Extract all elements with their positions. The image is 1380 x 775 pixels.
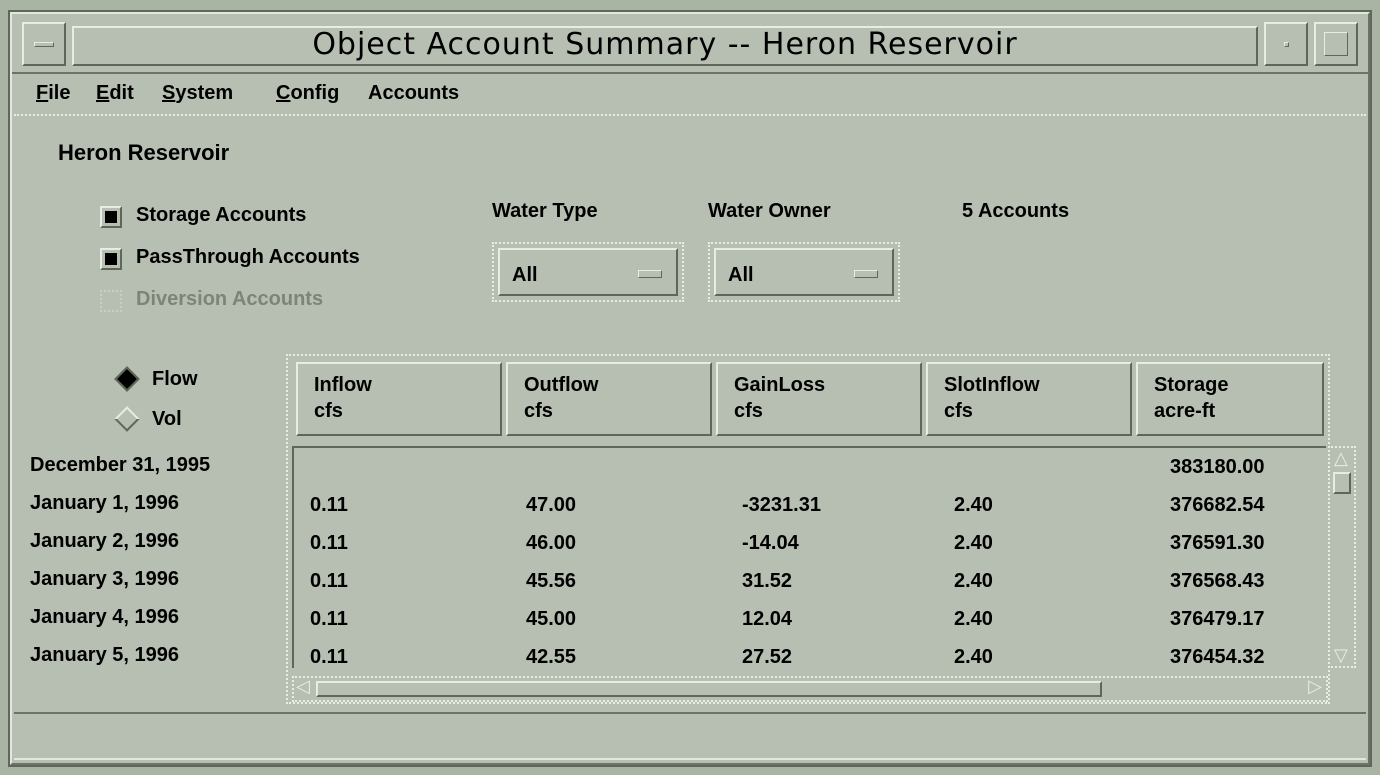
column-name: Storage [1154,374,1229,396]
cell-storage[interactable]: 376479.17 [1170,608,1265,631]
menu-system[interactable]: System [162,82,233,105]
reservoir-name: Heron Reservoir [58,140,230,165]
menu-accounts[interactable]: Accounts [368,82,459,105]
water-owner-select[interactable]: All [708,242,900,302]
scroll-right-icon[interactable]: ▷ [1308,676,1322,697]
column-unit: cfs [314,400,343,422]
horizontal-scrollbar[interactable]: ◁ ▷ [292,676,1328,702]
column-unit: acre-ft [1154,400,1216,422]
cell-slotinflow[interactable]: 2.40 [954,608,993,631]
checkbox-label: PassThrough Accounts [136,246,360,268]
menu-bar: File Edit System Config Accounts [14,76,1366,116]
checkbox-label: Diversion Accounts [136,288,324,310]
cell-slotinflow[interactable]: 2.40 [954,494,993,517]
row-date: December 31, 1995 [30,454,211,476]
checkbox-label: Storage Accounts [136,204,307,226]
column-header-gainloss[interactable]: GainLoss cfs [716,362,922,436]
column-name: SlotInflow [944,374,1040,396]
cell-inflow[interactable]: 0.11 [310,532,348,555]
column-unit: cfs [944,400,973,422]
data-grid[interactable] [292,446,1326,668]
water-type-button[interactable]: All [498,248,678,296]
cell-storage[interactable]: 376682.54 [1170,494,1265,517]
cell-outflow[interactable]: 47.00 [526,494,576,517]
account-count: 5 Accounts [962,200,1070,222]
cell-outflow[interactable]: 45.00 [526,608,576,631]
cell-gainloss[interactable]: -14.04 [742,532,799,555]
minimize-icon [1284,42,1289,47]
menu-edit[interactable]: Edit [96,82,134,105]
cell-slotinflow[interactable]: 2.40 [954,646,993,669]
radio-label: Vol [152,408,182,430]
column-unit: cfs [734,400,763,422]
checkbox-indicator [100,248,122,270]
scroll-up-icon[interactable]: △ [1334,448,1348,469]
cell-slotinflow[interactable]: 2.40 [954,570,993,593]
title-bar[interactable]: Object Account Summary -- Heron Reservoi… [12,14,1368,74]
menu-config[interactable]: Config [276,82,339,105]
scroll-down-icon[interactable]: ▽ [1334,645,1348,666]
cell-gainloss[interactable]: 27.52 [742,646,792,669]
scroll-left-icon[interactable]: ◁ [296,676,310,697]
cell-inflow[interactable]: 0.11 [310,608,348,631]
window-menu-icon [34,42,54,47]
maximize-button[interactable] [1314,22,1358,66]
window-menu-button[interactable] [22,22,66,66]
horizontal-scroll-thumb[interactable] [316,681,1102,697]
row-date: January 5, 1996 [30,644,179,666]
column-name: GainLoss [734,374,826,396]
water-owner-heading: Water Owner [708,200,831,222]
cell-inflow[interactable]: 0.11 [310,646,348,669]
row-date: January 2, 1996 [30,530,179,552]
cell-storage[interactable]: 376454.32 [1170,646,1265,669]
status-bar [14,712,1366,760]
cell-storage[interactable]: 383180.00 [1170,456,1265,479]
row-date: January 4, 1996 [30,606,179,628]
cell-gainloss[interactable]: 31.52 [742,570,792,593]
checkbox-indicator [100,290,122,312]
cell-outflow[interactable]: 46.00 [526,532,576,555]
option-menu-icon [854,270,878,278]
column-header-outflow[interactable]: Outflow cfs [506,362,712,436]
water-type-value: All [512,264,538,286]
cell-slotinflow[interactable]: 2.40 [954,532,993,555]
cell-inflow[interactable]: 0.11 [310,494,348,517]
minimize-button[interactable] [1264,22,1308,66]
cell-outflow[interactable]: 45.56 [526,570,576,593]
column-name: Outflow [524,374,599,396]
cell-storage[interactable]: 376591.30 [1170,532,1265,555]
cell-outflow[interactable]: 42.55 [526,646,576,669]
water-type-heading: Water Type [492,200,598,222]
column-header-storage[interactable]: Storage acre-ft [1136,362,1324,436]
radio-label: Flow [152,368,198,390]
column-header-inflow[interactable]: Inflow cfs [296,362,502,436]
cell-gainloss[interactable]: -3231.31 [742,494,821,517]
checkbox-indicator [100,206,122,228]
vertical-scroll-thumb[interactable] [1333,472,1351,494]
row-date: January 3, 1996 [30,568,179,590]
vertical-scrollbar[interactable]: △ ▽ [1328,446,1356,668]
water-type-select[interactable]: All [492,242,684,302]
menu-file[interactable]: File [36,82,70,105]
option-menu-icon [638,270,662,278]
column-header-slotinflow[interactable]: SlotInflow cfs [926,362,1132,436]
row-date: January 1, 1996 [30,492,179,514]
water-owner-button[interactable]: All [714,248,894,296]
cell-gainloss[interactable]: 12.04 [742,608,792,631]
water-owner-value: All [728,264,754,286]
column-unit: cfs [524,400,553,422]
cell-inflow[interactable]: 0.11 [310,570,348,593]
column-name: Inflow [314,374,372,396]
window-title: Object Account Summary -- Heron Reservoi… [72,26,1258,66]
cell-storage[interactable]: 376568.43 [1170,570,1265,593]
maximize-icon [1324,32,1348,56]
